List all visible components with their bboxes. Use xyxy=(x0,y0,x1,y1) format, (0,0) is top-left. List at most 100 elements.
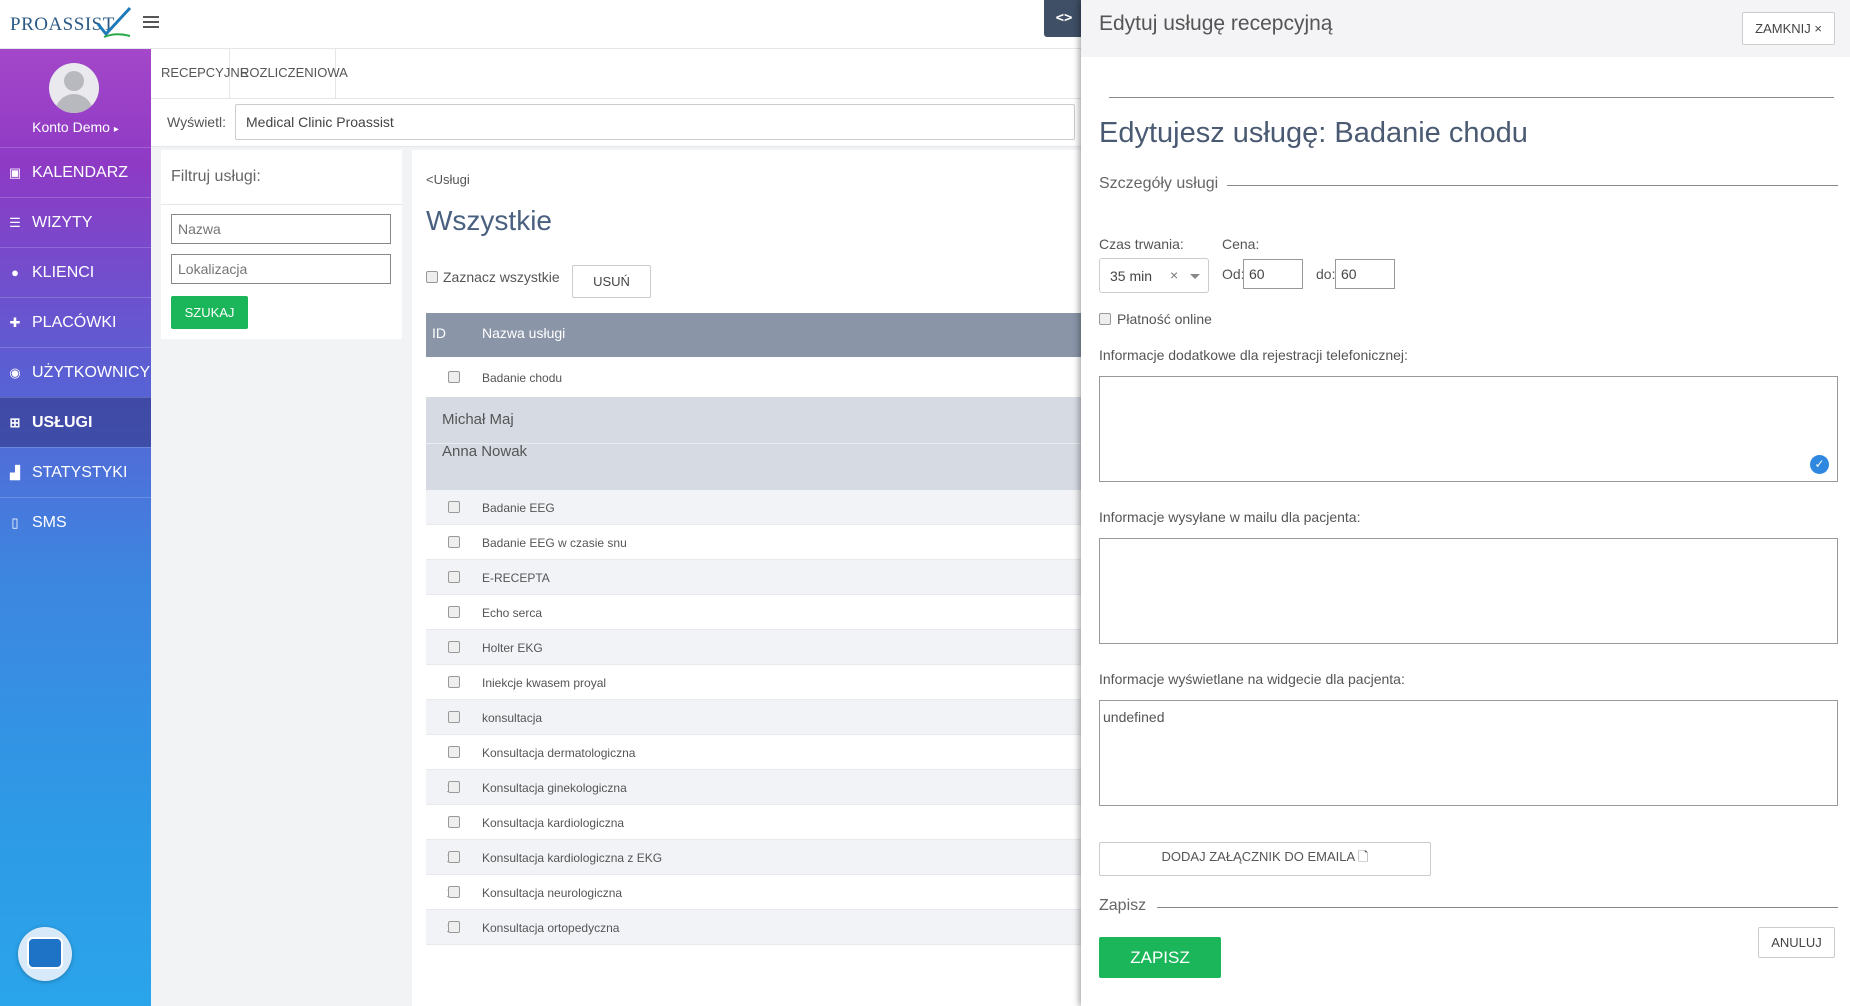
table-row[interactable]: 5Echo serca xyxy=(426,595,1082,630)
table-row[interactable]: 3Badanie EEG w czasie snu xyxy=(426,525,1082,560)
sidebar-item-5[interactable]: ⊞ USŁUGI xyxy=(0,397,151,447)
tab-reception[interactable]: RECEPCYJNE xyxy=(151,49,248,99)
save-legend: Zapisz xyxy=(1099,897,1838,915)
save-button[interactable]: ZAPISZ xyxy=(1099,937,1221,978)
sidebar-item-6[interactable]: ▟ STATYSTYKI xyxy=(0,447,151,497)
phone-info-textarea[interactable] xyxy=(1099,376,1838,482)
proassist-logo[interactable]: PROASSIST xyxy=(10,6,132,42)
duration-label: Czas trwania: xyxy=(1099,236,1184,252)
services-panel: <Usługi Wszystkie Zaznacz wszystkie USUŃ… xyxy=(412,150,1082,1006)
widget-info-textarea[interactable]: undefined xyxy=(1099,700,1838,806)
back-to-services-link[interactable]: <Usługi xyxy=(426,172,470,187)
row-name: Badanie EEG w czasie snu xyxy=(482,536,627,550)
checkbox[interactable] xyxy=(1099,313,1111,325)
cancel-button[interactable]: ANULUJ xyxy=(1758,927,1835,958)
bar-chart-icon: ▟ xyxy=(10,464,20,480)
add-attachment-button[interactable]: DODAJ ZAŁĄCZNIK DO EMAILA 🗋 xyxy=(1099,842,1431,876)
table-row[interactable]: 6Holter EKG xyxy=(426,630,1082,665)
row-name: Konsultacja kardiologiczna xyxy=(482,816,625,830)
row-checkbox[interactable] xyxy=(448,676,460,688)
checkbox[interactable] xyxy=(426,271,438,283)
row-checkbox[interactable] xyxy=(448,886,460,898)
sidebar-item-0[interactable]: ▣ KALENDARZ xyxy=(0,147,151,197)
row-checkbox[interactable] xyxy=(448,851,460,863)
logo-checkmark-icon xyxy=(96,6,132,38)
delete-button[interactable]: USUŃ xyxy=(572,265,651,298)
help-chat-icon[interactable] xyxy=(18,927,72,981)
sidebar-item-label: KLIENCI xyxy=(32,263,95,281)
code-toggle-icon[interactable]: <> xyxy=(1044,0,1084,37)
sidebar-item-2[interactable]: ● KLIENCI xyxy=(0,247,151,297)
row-name: Konsultacja ginekologiczna xyxy=(482,781,627,795)
sidebar-item-3[interactable]: ✚ PLACÓWKI xyxy=(0,297,151,347)
chevron-down-icon[interactable] xyxy=(1190,274,1200,279)
sidebar-item-4[interactable]: ◉ UŻYTKOWNICY xyxy=(0,347,151,397)
row-checkbox[interactable] xyxy=(448,711,460,723)
row-checkbox[interactable] xyxy=(448,571,460,583)
table-row[interactable]: 9Konsultacja dermatologiczna xyxy=(426,735,1082,770)
select-all-label: Zaznacz wszystkie xyxy=(443,269,560,285)
user-plus-icon: ✚ xyxy=(9,314,21,330)
table-row[interactable]: 2Badanie EEG xyxy=(426,490,1082,525)
duration-select[interactable]: 35 min × xyxy=(1099,258,1209,293)
sidebar-item-label: UŻYTKOWNICY xyxy=(32,363,151,381)
check-circle-icon: ✓ xyxy=(1810,455,1829,474)
email-info-textarea[interactable] xyxy=(1099,538,1838,644)
table-row[interactable]: 11Konsultacja kardiologiczna xyxy=(426,805,1082,840)
page-title: Wszystkie xyxy=(426,205,552,236)
avatar[interactable] xyxy=(49,63,99,113)
row-checkbox[interactable] xyxy=(448,641,460,653)
row-checkbox[interactable] xyxy=(448,501,460,513)
price-from-input[interactable] xyxy=(1243,259,1303,289)
row-name: Echo serca xyxy=(482,606,543,620)
edit-service-drawer: Edytuj usługę recepcyjną ZAMKNIJ × Edytu… xyxy=(1081,0,1850,1006)
account-name[interactable]: Konto Demo ▸ xyxy=(0,119,151,135)
location-filter-input[interactable] xyxy=(171,254,391,284)
table-row[interactable]: 14Konsultacja ortopedyczna xyxy=(426,910,1082,945)
sidebar-item-1[interactable]: ☰ WIZYTY xyxy=(0,197,151,247)
row-checkbox[interactable] xyxy=(448,746,460,758)
name-filter-input[interactable] xyxy=(171,214,391,244)
close-button[interactable]: ZAMKNIJ × xyxy=(1742,12,1835,45)
row-checkbox[interactable] xyxy=(448,606,460,618)
assigned-staff-list: Michał Maj Anna Nowak xyxy=(426,397,1082,490)
profile-block[interactable]: Konto Demo ▸ xyxy=(0,49,151,147)
table-row[interactable]: 1 Badanie chodu xyxy=(426,357,1082,398)
price-label: Cena: xyxy=(1222,236,1260,252)
table-row[interactable]: 13Konsultacja neurologiczna xyxy=(426,875,1082,910)
row-checkbox[interactable] xyxy=(448,781,460,793)
sidebar-item-label: PLACÓWKI xyxy=(32,313,117,331)
account-name-label: Konto Demo xyxy=(32,119,110,135)
row-checkbox[interactable] xyxy=(448,536,460,548)
search-button[interactable]: SZUKAJ xyxy=(171,296,248,329)
table-row[interactable]: 8konsultacja xyxy=(426,700,1082,735)
row-name: Konsultacja dermatologiczna xyxy=(482,746,636,760)
clear-icon[interactable]: × xyxy=(1170,267,1178,283)
table-row[interactable]: 4E-RECEPTA xyxy=(426,560,1082,595)
row-name: Konsultacja kardiologiczna z EKG xyxy=(482,851,663,865)
select-all-checkbox[interactable]: Zaznacz wszystkie xyxy=(426,269,560,285)
table-row[interactable]: 12Konsultacja kardiologiczna z EKG xyxy=(426,840,1082,875)
staff-item[interactable]: Anna Nowak xyxy=(442,443,527,460)
drawer-header: Edytuj usługę recepcyjną ZAMKNIJ × xyxy=(1081,0,1850,57)
calendar-icon: ▣ xyxy=(8,164,22,180)
table-row[interactable]: 10Konsultacja ginekologiczna xyxy=(426,770,1082,805)
column-header-name[interactable]: Nazwa usługi xyxy=(482,325,565,341)
save-legend-label: Zapisz xyxy=(1099,897,1147,914)
menu-toggle-icon[interactable] xyxy=(143,13,163,33)
row-checkbox[interactable] xyxy=(448,371,460,383)
sidebar-item-7[interactable]: ▯ SMS xyxy=(0,497,151,547)
online-payment-label: Płatność online xyxy=(1117,311,1212,327)
phone-info-label: Informacje dodatkowe dla rejestracji tel… xyxy=(1099,347,1408,363)
clinic-select[interactable]: Medical Clinic Proassist xyxy=(235,104,1075,140)
row-checkbox[interactable] xyxy=(448,921,460,933)
tab-billing[interactable]: ROZLICZENIOWA xyxy=(230,49,348,99)
price-to-input[interactable] xyxy=(1335,259,1395,289)
row-name: Holter EKG xyxy=(482,641,543,655)
online-payment-checkbox[interactable]: Płatność online xyxy=(1099,311,1212,327)
grid-icon: ⊞ xyxy=(9,414,21,430)
row-checkbox[interactable] xyxy=(448,816,460,828)
column-header-id[interactable]: ID xyxy=(432,325,446,341)
staff-item[interactable]: Michał Maj xyxy=(442,411,514,428)
table-row[interactable]: 7Iniekcje kwasem proyal xyxy=(426,665,1082,700)
